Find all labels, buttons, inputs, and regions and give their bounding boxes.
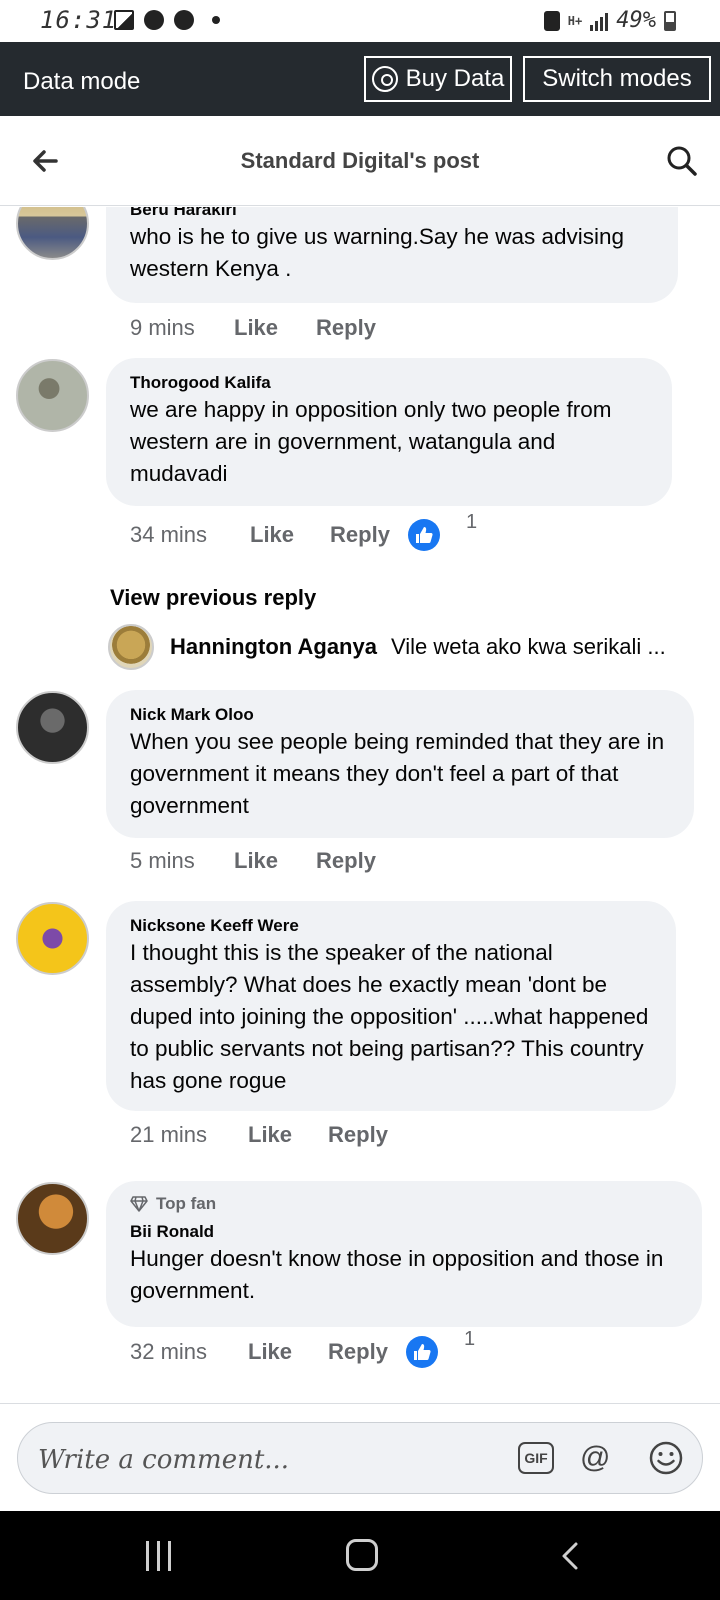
page-title: Standard Digital's post <box>240 148 480 173</box>
comment-time: 21 mins <box>130 1122 208 1147</box>
comment-composer: Write a comment... GIF @ <box>0 1403 720 1511</box>
comment-placeholder: Write a comment... <box>38 1445 290 1475</box>
comment-input[interactable]: Write a comment... GIF @ <box>17 1422 703 1494</box>
avatar[interactable] <box>16 902 89 975</box>
comment-item: Top fan Bii Ronald Hunger doesn't know t… <box>0 1181 720 1402</box>
comment-bubble[interactable]: Beru Harakiri who is he to give us warni… <box>106 207 678 303</box>
data-mode-banner: Data mode Buy Data Switch modes <box>0 42 720 116</box>
comment-time: 5 mins <box>130 848 195 873</box>
like-button[interactable]: Like <box>234 848 278 874</box>
switch-modes-label: Switch modes <box>542 65 692 92</box>
comment-bubble[interactable]: Nick Mark Oloo When you see people being… <box>106 690 694 838</box>
reply-button[interactable]: Reply <box>328 1339 388 1365</box>
switch-modes-button[interactable]: Switch modes <box>523 56 711 102</box>
more-notifications-icon <box>212 16 220 24</box>
notification-icons <box>114 10 220 30</box>
signal-icon <box>590 11 609 31</box>
comment-item: Nick Mark Oloo When you see people being… <box>0 690 720 891</box>
thumbs-up-icon <box>407 519 440 551</box>
comment-author[interactable]: Beru Harakiri <box>130 207 654 221</box>
comment-bubble[interactable]: Top fan Bii Ronald Hunger doesn't know t… <box>106 1181 702 1327</box>
comment-bubble[interactable]: Nicksone Keeff Were I thought this is th… <box>106 901 676 1111</box>
buy-data-button[interactable]: Buy Data <box>364 56 512 102</box>
reply-button[interactable]: Reply <box>330 522 390 548</box>
battery-percent: 49% <box>616 8 656 33</box>
comment-author[interactable]: Nick Mark Oloo <box>130 704 670 726</box>
reply-button[interactable]: Reply <box>316 848 376 874</box>
app-notification-icon <box>144 10 164 30</box>
reply-text: Vile weta ako kwa serikali ... <box>390 634 666 659</box>
system-icons: H+ 49% <box>543 8 676 33</box>
comment-actions: 32 mins Like Reply 1 <box>130 1328 475 1368</box>
home-button[interactable] <box>346 1539 378 1571</box>
comment-bubble[interactable]: Thorogood Kalifa we are happy in opposit… <box>106 358 672 506</box>
like-button[interactable]: Like <box>248 1339 292 1365</box>
gallery-icon <box>114 10 134 30</box>
comment-actions: 5 mins Like Reply <box>130 848 394 874</box>
comment-list: Beru Harakiri who is he to give us warni… <box>0 207 720 1402</box>
comment-actions: 9 mins Like Reply <box>130 315 394 341</box>
comment-time: 34 mins <box>130 522 208 547</box>
top-fan-label: Top fan <box>156 1194 217 1213</box>
emoji-icon[interactable] <box>648 1440 684 1476</box>
comment-item: Beru Harakiri who is he to give us warni… <box>0 207 720 340</box>
avatar[interactable] <box>108 624 154 670</box>
battery-icon <box>664 10 676 31</box>
comment-actions: 21 mins Like Reply <box>130 1122 406 1148</box>
buy-data-label: Buy Data <box>405 65 505 92</box>
comment-item: Thorogood Kalifa we are happy in opposit… <box>0 358 720 559</box>
podcast-icon <box>371 66 398 92</box>
comment-time: 32 mins <box>130 1339 208 1364</box>
mention-button[interactable]: @ <box>580 1439 610 1477</box>
diamond-icon <box>130 1196 148 1212</box>
reaction-count: 1 <box>465 511 478 533</box>
reply-button[interactable]: Reply <box>316 315 376 341</box>
recent-apps-button[interactable] <box>146 1541 171 1571</box>
comment-text: who is he to give us warning.Say he was … <box>130 224 625 281</box>
thumbs-up-icon <box>405 1336 438 1368</box>
reply-button[interactable]: Reply <box>328 1122 388 1148</box>
like-button[interactable]: Like <box>234 315 278 341</box>
like-button[interactable]: Like <box>250 522 294 548</box>
status-bar: 16:31 H+ 49% <box>0 0 720 42</box>
post-header: Standard Digital's post <box>0 116 720 206</box>
comment-text: When you see people being reminded that … <box>130 729 665 818</box>
reaction-count: 1 <box>463 1328 476 1350</box>
data-mode-title: Data mode <box>23 68 141 95</box>
comment-text: we are happy in opposition only two peop… <box>130 397 612 486</box>
comment-item: Nicksone Keeff Were I thought this is th… <box>0 901 720 1172</box>
avatar[interactable] <box>16 691 89 764</box>
avatar[interactable] <box>16 207 89 260</box>
reaction-summary[interactable]: 1 <box>405 1328 475 1368</box>
comment-time: 9 mins <box>130 315 195 340</box>
back-button[interactable] <box>556 1541 586 1571</box>
reaction-summary[interactable]: 1 <box>407 511 477 551</box>
network-type: H+ <box>567 13 583 28</box>
comment-author[interactable]: Nicksone Keeff Were <box>130 915 652 937</box>
reply-author[interactable]: Hannington Aganya <box>170 634 377 660</box>
like-button[interactable]: Like <box>248 1122 292 1148</box>
status-time: 16:31 <box>40 6 118 34</box>
system-navigation-bar <box>0 1511 720 1600</box>
comment-text: I thought this is the speaker of the nat… <box>130 940 649 1093</box>
view-previous-reply-link[interactable]: View previous reply <box>110 585 316 611</box>
app-notification-icon <box>174 10 194 30</box>
gif-button[interactable]: GIF <box>518 1442 554 1474</box>
comment-author[interactable]: Bii Ronald <box>130 1221 678 1243</box>
avatar[interactable] <box>16 359 89 432</box>
comment-actions: 34 mins Like Reply 1 <box>130 511 477 551</box>
lock-icon <box>543 10 560 31</box>
search-icon[interactable] <box>666 145 698 177</box>
avatar[interactable] <box>16 1182 89 1255</box>
top-fan-badge: Top fan <box>130 1191 678 1217</box>
comment-text: Hunger doesn't know those in opposition … <box>130 1246 664 1303</box>
comment-author[interactable]: Thorogood Kalifa <box>130 372 648 394</box>
reply-preview[interactable]: Hannington Aganya Vile weta ako kwa seri… <box>108 624 708 670</box>
